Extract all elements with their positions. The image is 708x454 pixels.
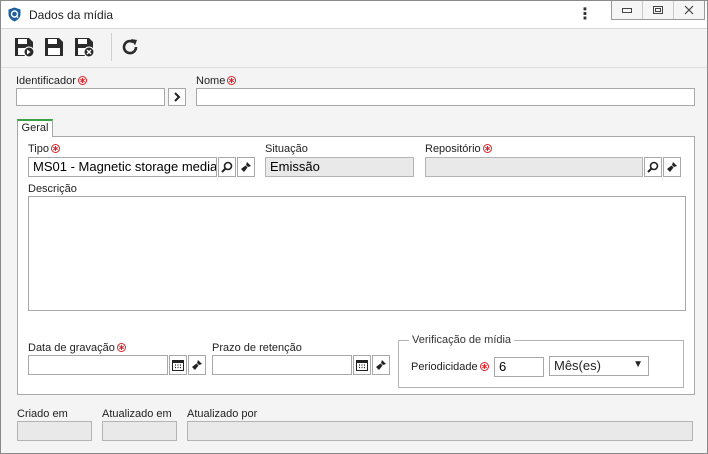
atualizado-em-label: Atualizado em <box>102 408 172 420</box>
floppy-close-icon <box>75 38 95 58</box>
refresh-icon <box>122 39 138 55</box>
title-bar: Dados da mídia ⋮ <box>1 1 707 29</box>
minimize-button[interactable] <box>612 1 643 19</box>
tipo-search-button[interactable] <box>218 157 236 177</box>
descricao-label: Descrição <box>28 183 77 195</box>
criado-em-field <box>17 421 92 441</box>
required-icon <box>116 343 126 352</box>
window-controls <box>611 1 705 20</box>
periodicidade-unit-value: Mês(es) <box>554 358 601 373</box>
atualizado-por-label: Atualizado por <box>187 408 258 420</box>
minimize-icon <box>622 8 632 13</box>
window-title: Dados da mídia <box>29 8 114 22</box>
restore-icon <box>653 6 663 14</box>
descricao-textarea[interactable] <box>28 196 686 311</box>
situacao-field: Emissão <box>265 157 414 177</box>
repositorio-clear-button[interactable] <box>663 157 681 177</box>
required-icon <box>479 362 489 371</box>
identificador-label: Identificador <box>16 75 87 87</box>
data-gravacao-label: Data de gravação <box>28 342 126 354</box>
tipo-clear-button[interactable] <box>237 157 255 177</box>
chevron-right-icon <box>174 92 181 102</box>
calendar-icon <box>356 360 368 371</box>
nome-input[interactable] <box>196 88 695 106</box>
toolbar-separator <box>111 33 112 61</box>
periodicidade-unit-select[interactable]: Mês(es) ▼ <box>549 356 649 376</box>
floppy-arrow-icon <box>15 38 35 58</box>
repositorio-input[interactable] <box>425 157 643 177</box>
prazo-retencao-calendar-button[interactable] <box>353 355 371 375</box>
data-gravacao-input[interactable] <box>28 355 168 375</box>
atualizado-em-field <box>102 421 177 441</box>
repositorio-label-text: Repositório <box>425 143 481 155</box>
repositorio-label: Repositório <box>425 143 492 155</box>
nome-label-text: Nome <box>196 75 226 87</box>
data-gravacao-calendar-button[interactable] <box>169 355 187 375</box>
tipo-label-text: Tipo <box>28 143 49 155</box>
floppy-icon <box>45 38 63 56</box>
dropdown-arrow-icon: ▼ <box>633 359 643 370</box>
toolbar <box>1 29 707 68</box>
criado-em-label: Criado em <box>17 408 68 420</box>
search-icon <box>221 161 233 173</box>
next-identifier-button[interactable] <box>168 88 186 106</box>
eraser-brush-icon <box>667 162 677 172</box>
media-data-window: Dados da mídia ⋮ Identificador Nome Gera… <box>0 0 708 454</box>
required-icon <box>227 76 237 85</box>
save-and-new-button[interactable] <box>11 34 37 60</box>
media-verification-legend: Verificação de mídia <box>409 334 515 346</box>
periodicidade-label-text: Periodicidade <box>411 361 478 373</box>
save-button[interactable] <box>41 34 67 60</box>
required-icon <box>77 76 87 85</box>
prazo-retencao-input[interactable] <box>212 355 352 375</box>
tab-geral[interactable]: Geral <box>17 119 53 137</box>
situacao-label: Situação <box>265 143 308 155</box>
prazo-retencao-label: Prazo de retenção <box>212 342 302 354</box>
periodicidade-label: Periodicidade <box>411 361 489 373</box>
data-gravacao-label-text: Data de gravação <box>28 342 115 354</box>
identificador-input[interactable] <box>16 88 165 106</box>
app-shield-icon <box>8 7 21 22</box>
required-icon <box>51 144 60 153</box>
tipo-input[interactable]: MS01 - Magnetic storage media <box>28 157 217 177</box>
save-and-close-button[interactable] <box>71 34 97 60</box>
repositorio-search-button[interactable] <box>644 157 662 177</box>
calendar-icon <box>172 360 184 371</box>
atualizado-por-field <box>187 421 693 441</box>
eraser-brush-icon <box>241 162 251 172</box>
tipo-label: Tipo <box>28 143 60 155</box>
close-icon <box>684 5 694 15</box>
periodicidade-input[interactable]: 6 <box>494 357 544 377</box>
identificador-label-text: Identificador <box>16 75 76 87</box>
restore-button[interactable] <box>643 1 674 19</box>
refresh-button[interactable] <box>117 34 143 60</box>
eraser-brush-icon <box>192 360 202 370</box>
prazo-retencao-clear-button[interactable] <box>372 355 390 375</box>
kebab-menu-icon[interactable]: ⋮ <box>577 6 593 24</box>
close-button[interactable] <box>674 1 704 19</box>
nome-label: Nome <box>196 75 237 87</box>
eraser-brush-icon <box>376 360 386 370</box>
search-icon <box>647 161 659 173</box>
required-icon <box>482 144 492 153</box>
data-gravacao-clear-button[interactable] <box>188 355 206 375</box>
